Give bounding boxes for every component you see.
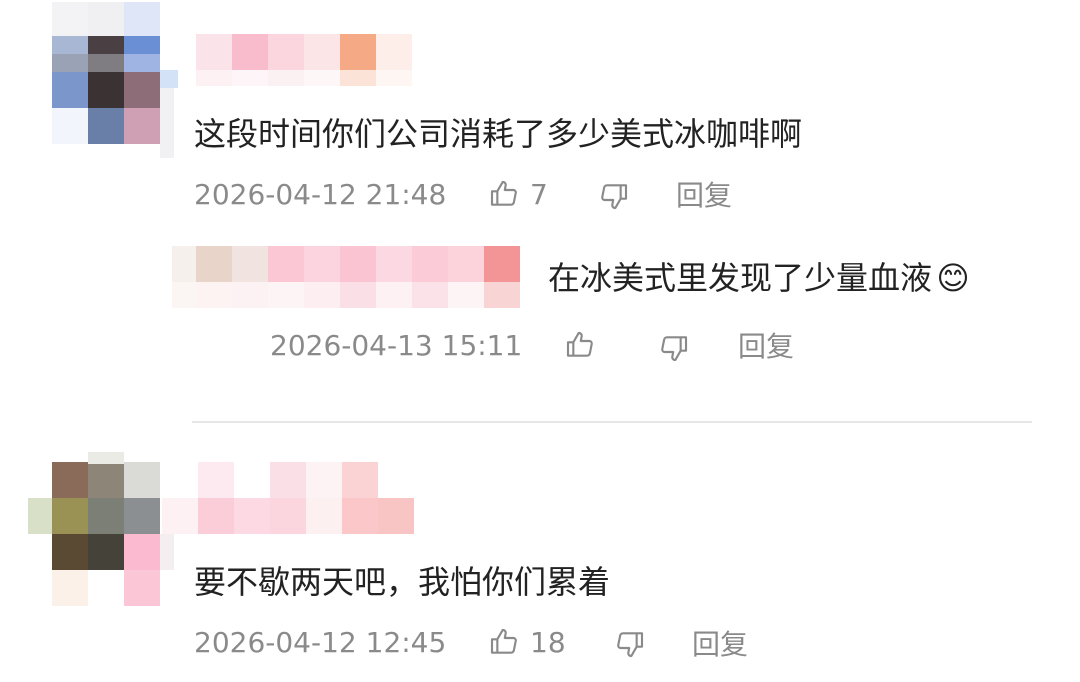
avatar[interactable] (52, 2, 178, 160)
reply-text: 在冰美式里发现了少量血液 😊 (548, 258, 974, 298)
thumbs-up-icon[interactable] (488, 626, 520, 658)
reply-username[interactable] (172, 246, 522, 308)
smile-emoji-icon: 😊 (936, 259, 970, 297)
thumbs-down-icon[interactable] (598, 180, 630, 212)
reply-button[interactable]: 回复 (676, 179, 732, 213)
thumbs-up-icon[interactable] (564, 329, 596, 361)
username[interactable] (196, 34, 414, 86)
comment-timestamp: 2026-04-12 12:45 (194, 626, 447, 659)
comment-text: 这段时间你们公司消耗了多少美式冰咖啡啊 (194, 115, 803, 153)
reply-timestamp: 2026-04-13 15:11 (270, 329, 523, 362)
thumbs-up-icon[interactable] (488, 178, 520, 210)
divider (192, 421, 1032, 423)
like-count: 7 (530, 178, 548, 211)
thumbs-down-icon[interactable] (614, 628, 646, 660)
like-count: 18 (530, 626, 566, 659)
reply-text-content: 在冰美式里发现了少量血液 (548, 259, 933, 297)
reply-button[interactable]: 回复 (738, 330, 794, 364)
comment-timestamp: 2026-04-12 21:48 (194, 178, 447, 211)
reply-button[interactable]: 回复 (692, 628, 748, 662)
username[interactable] (162, 462, 414, 534)
avatar[interactable] (28, 452, 178, 608)
thumbs-down-icon[interactable] (658, 332, 690, 364)
comment-text: 要不歇两天吧，我怕你们累着 (194, 563, 611, 601)
